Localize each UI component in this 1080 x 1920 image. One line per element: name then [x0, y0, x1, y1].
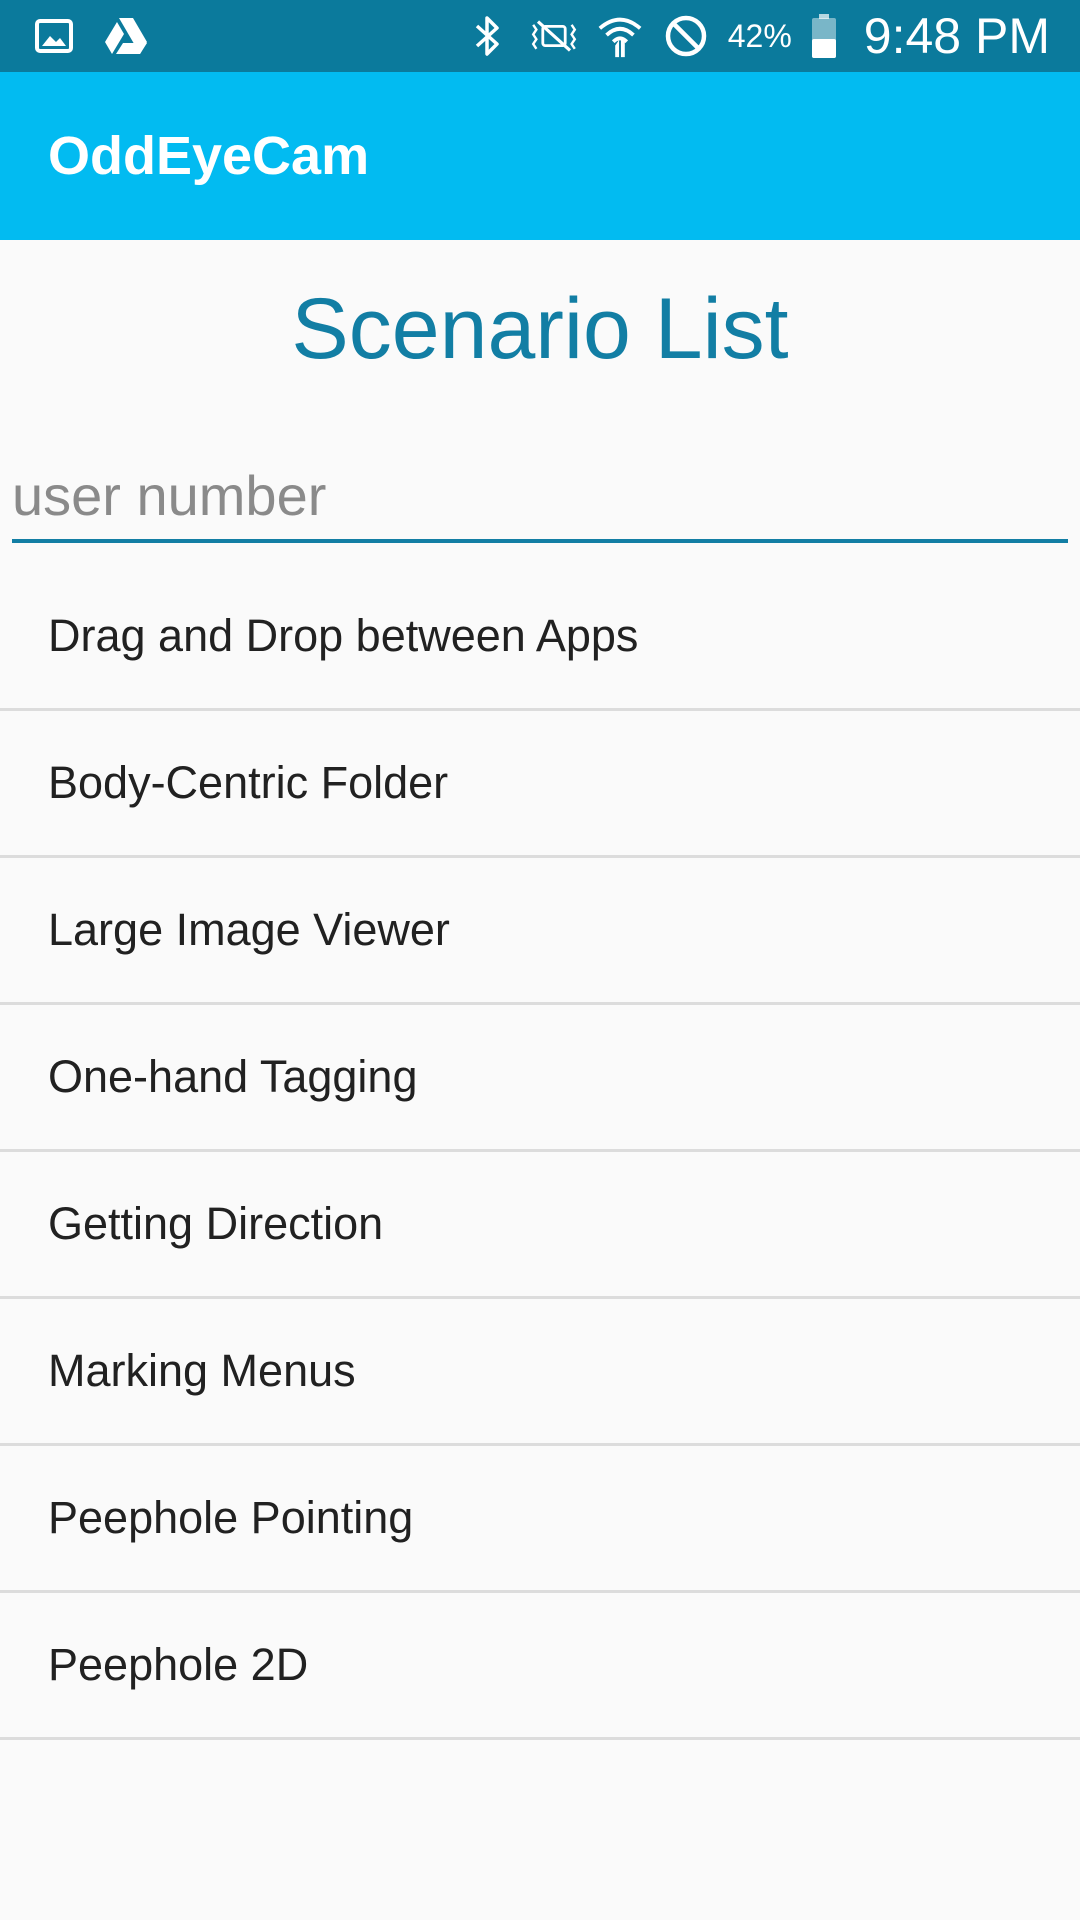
scenario-label: Getting Direction — [48, 1198, 384, 1249]
scenario-label: Marking Menus — [48, 1345, 356, 1396]
app-title: OddEyeCam — [48, 126, 370, 186]
bluetooth-icon — [464, 12, 512, 60]
scenario-item-peephole-2d[interactable]: Peephole 2D — [0, 1593, 1080, 1740]
scenario-item-marking-menus[interactable]: Marking Menus — [0, 1299, 1080, 1446]
user-number-field — [12, 455, 1068, 543]
wifi-icon — [596, 12, 644, 60]
drive-icon — [102, 12, 150, 60]
vibrate-icon — [530, 12, 578, 60]
scenario-label: Large Image Viewer — [48, 904, 450, 955]
page-title: Scenario List — [291, 281, 789, 377]
scenario-label: Drag and Drop between Apps — [48, 610, 639, 661]
status-bar: 42% 9:48 PM — [0, 0, 1080, 72]
scenario-label: Body-Centric Folder — [48, 757, 449, 808]
status-right-icons: 42% 9:48 PM — [464, 0, 1050, 72]
screen: 42% 9:48 PM OddEyeCam Scenario List Drag… — [0, 0, 1080, 1920]
scenario-item-body-centric-folder[interactable]: Body-Centric Folder — [0, 711, 1080, 858]
scenario-item-getting-direction[interactable]: Getting Direction — [0, 1152, 1080, 1299]
clock: 9:48 PM — [863, 8, 1050, 64]
scenario-label: Peephole 2D — [48, 1639, 309, 1690]
app-bar: OddEyeCam — [0, 72, 1080, 240]
scenario-item-large-image-viewer[interactable]: Large Image Viewer — [0, 858, 1080, 1005]
scenario-label: Peephole Pointing — [48, 1492, 414, 1543]
user-number-input[interactable] — [12, 455, 1068, 535]
scenario-label: One-hand Tagging — [48, 1051, 418, 1102]
scenario-item-peephole-pointing[interactable]: Peephole Pointing — [0, 1446, 1080, 1593]
status-left-icons — [30, 12, 150, 60]
scenario-list: Drag and Drop between Apps Body-Centric … — [0, 564, 1080, 1740]
gallery-icon — [30, 12, 78, 60]
battery-percent: 42% — [727, 17, 792, 54]
scenario-item-drag-and-drop[interactable]: Drag and Drop between Apps — [0, 564, 1080, 711]
battery-icon — [810, 12, 838, 60]
scenario-item-one-hand-tagging[interactable]: One-hand Tagging — [0, 1005, 1080, 1152]
blocked-icon — [662, 12, 710, 60]
